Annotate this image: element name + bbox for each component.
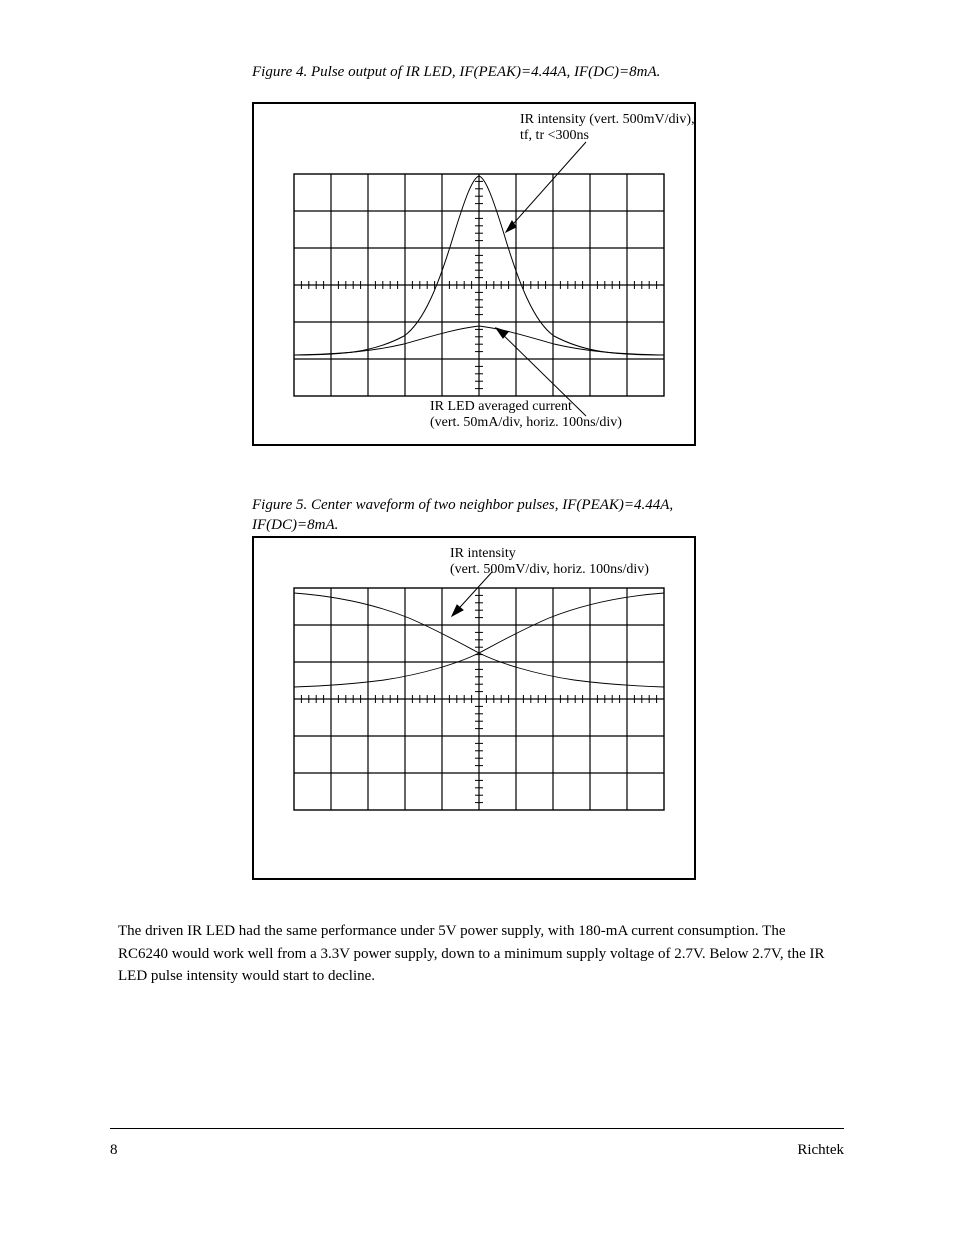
fig2-frame — [252, 536, 696, 880]
body-paragraph: The driven IR LED had the same performan… — [118, 920, 838, 988]
fig2-scope — [254, 538, 694, 878]
fig1-label-bottom: IR LED averaged current (vert. 50mA/div,… — [430, 399, 622, 431]
fig1-caption: Figure 4. Pulse output of IR LED, IF(PEA… — [252, 62, 692, 82]
footer-rule — [110, 1128, 844, 1129]
fig2-pointer — [452, 572, 492, 616]
page: Figure 4. Pulse output of IR LED, IF(PEA… — [0, 0, 954, 1235]
footer-page-number: 8 — [110, 1142, 118, 1159]
fig2-caption: Figure 5. Center waveform of two neighbo… — [252, 495, 692, 536]
footer-brand: Richtek — [797, 1142, 844, 1159]
fig1-scope — [254, 104, 694, 444]
fig2-label: IR intensity (vert. 500mV/div, horiz. 10… — [450, 546, 649, 578]
fig1-label-top: IR intensity (vert. 500mV/div), tf, tr <… — [520, 112, 695, 144]
fig1-pointer-top — [506, 142, 586, 232]
fig1-frame — [252, 102, 696, 446]
